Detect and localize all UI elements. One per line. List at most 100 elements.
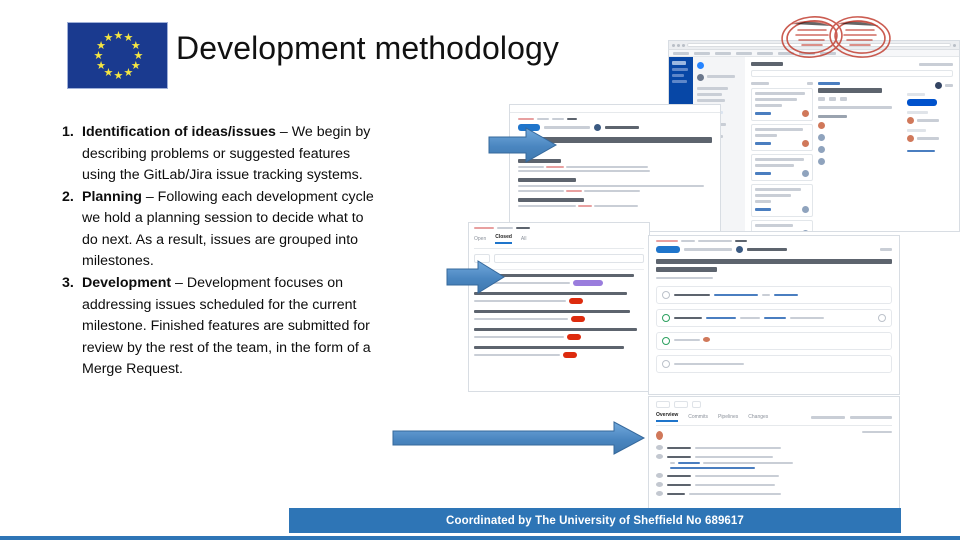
more-fields-link[interactable] — [907, 150, 935, 152]
forward-icon[interactable] — [677, 43, 680, 47]
tab-open[interactable]: Open — [474, 236, 486, 242]
nav-item[interactable] — [697, 99, 726, 102]
share-control[interactable] — [919, 62, 953, 66]
more-icon[interactable] — [840, 97, 847, 101]
watch-icon[interactable] — [935, 82, 942, 89]
mr-actions-menu[interactable] — [880, 248, 892, 251]
issue-label[interactable] — [573, 280, 603, 286]
thumbs-down-button[interactable] — [674, 401, 688, 408]
target-branch[interactable] — [774, 294, 798, 296]
activity-filter-dropdown[interactable] — [811, 415, 845, 419]
list-item[interactable] — [474, 310, 644, 322]
issue-label[interactable] — [569, 298, 583, 304]
breadcrumb-item[interactable] — [552, 118, 564, 120]
bookmark-item[interactable] — [673, 51, 689, 55]
issue-label[interactable] — [567, 334, 581, 340]
commit-row[interactable] — [670, 462, 892, 464]
thumbs-up-button[interactable] — [656, 401, 670, 408]
board-card[interactable] — [751, 154, 813, 181]
reload-icon[interactable] — [682, 43, 685, 47]
tab-pipelines[interactable]: Pipelines — [718, 414, 738, 420]
toggle-thread-button[interactable] — [862, 431, 892, 433]
browser-chrome — [669, 41, 959, 50]
menu-icon[interactable] — [953, 43, 956, 47]
board-card[interactable] — [751, 88, 813, 121]
avatar — [656, 431, 663, 440]
branch-name[interactable] — [714, 294, 758, 296]
reporter-row[interactable] — [907, 135, 953, 142]
issue-meta — [474, 300, 566, 302]
bookmark-item[interactable] — [694, 51, 710, 55]
commit-sha[interactable] — [764, 317, 786, 319]
event-author[interactable] — [667, 483, 691, 486]
board-card[interactable] — [751, 184, 813, 217]
sidebar-item[interactable] — [672, 68, 688, 71]
card-title — [755, 92, 805, 95]
back-icon[interactable] — [672, 43, 675, 47]
gitlab-issue-detail-screenshot[interactable] — [509, 104, 721, 232]
sidebar-item[interactable] — [672, 80, 687, 83]
gitlab-issue-list-screenshot[interactable]: Open Closed All — [468, 222, 650, 392]
board-card[interactable] — [751, 220, 813, 231]
address-bar[interactable] — [687, 43, 951, 47]
tab-closed[interactable]: Closed — [495, 234, 512, 244]
assignee-row[interactable] — [907, 117, 953, 124]
breadcrumb-item[interactable] — [681, 240, 695, 242]
bookmarks-bar — [669, 50, 959, 57]
avatar — [818, 122, 825, 129]
add-reaction-button[interactable] — [692, 401, 701, 408]
list-item[interactable] — [474, 346, 644, 358]
list-item[interactable] — [474, 328, 644, 340]
link-icon[interactable] — [829, 97, 836, 101]
column-menu-icon[interactable] — [807, 82, 813, 85]
widget-text — [674, 294, 710, 296]
bookmark-item[interactable] — [715, 51, 731, 55]
expand-icon[interactable] — [878, 314, 886, 322]
tab-changes[interactable]: Changes — [748, 414, 768, 420]
commit-sha[interactable] — [678, 462, 700, 464]
list-item — [656, 491, 892, 496]
tab-all[interactable]: All — [521, 236, 527, 242]
breadcrumb-item[interactable] — [537, 118, 549, 120]
breadcrumb — [474, 227, 644, 229]
issue-label[interactable] — [563, 352, 577, 358]
issue-meta — [474, 336, 564, 338]
copy-icon[interactable] — [762, 294, 770, 296]
compare-with-previous-link[interactable] — [670, 467, 755, 469]
gitlab-merge-request-screenshot[interactable] — [648, 235, 900, 395]
tab-commits[interactable]: Commits — [688, 414, 708, 420]
board-card[interactable] — [751, 124, 813, 151]
search-input[interactable] — [494, 254, 644, 263]
bookmark-item[interactable] — [799, 51, 815, 55]
status-badge[interactable] — [907, 99, 937, 106]
event-author[interactable] — [667, 455, 691, 458]
nav-item[interactable] — [697, 93, 722, 96]
event-author[interactable] — [667, 492, 685, 495]
breadcrumb-item[interactable] — [698, 240, 732, 242]
attach-icon[interactable] — [818, 97, 825, 101]
issue-key[interactable] — [818, 82, 840, 85]
sidebar-item[interactable] — [672, 74, 684, 77]
breadcrumb-item[interactable] — [497, 227, 513, 229]
discussion-thread — [656, 431, 892, 440]
pipeline-id[interactable] — [706, 317, 736, 319]
issue-label[interactable] — [571, 316, 585, 322]
board-link[interactable] — [697, 74, 741, 81]
card-title — [755, 188, 801, 191]
breadcrumb-item[interactable] — [474, 227, 494, 229]
breadcrumb-item[interactable] — [518, 118, 534, 120]
event-author[interactable] — [667, 474, 691, 477]
bookmark-item[interactable] — [820, 51, 836, 55]
tab-overview[interactable]: Overview — [656, 412, 679, 422]
search-input[interactable] — [751, 70, 953, 77]
issue-title — [474, 346, 624, 349]
gitlab-merge-request-discussion-screenshot[interactable]: Overview Commits Pipelines Changes — [648, 396, 900, 520]
breadcrumb-item[interactable] — [656, 240, 678, 242]
bookmark-item[interactable] — [736, 51, 752, 55]
event-author[interactable] — [667, 446, 691, 449]
card-footer — [755, 206, 809, 213]
board-column[interactable] — [751, 82, 813, 231]
list-item-number: 3. — [62, 275, 74, 292]
bookmark-item[interactable] — [778, 51, 794, 55]
bookmark-item[interactable] — [757, 51, 773, 55]
